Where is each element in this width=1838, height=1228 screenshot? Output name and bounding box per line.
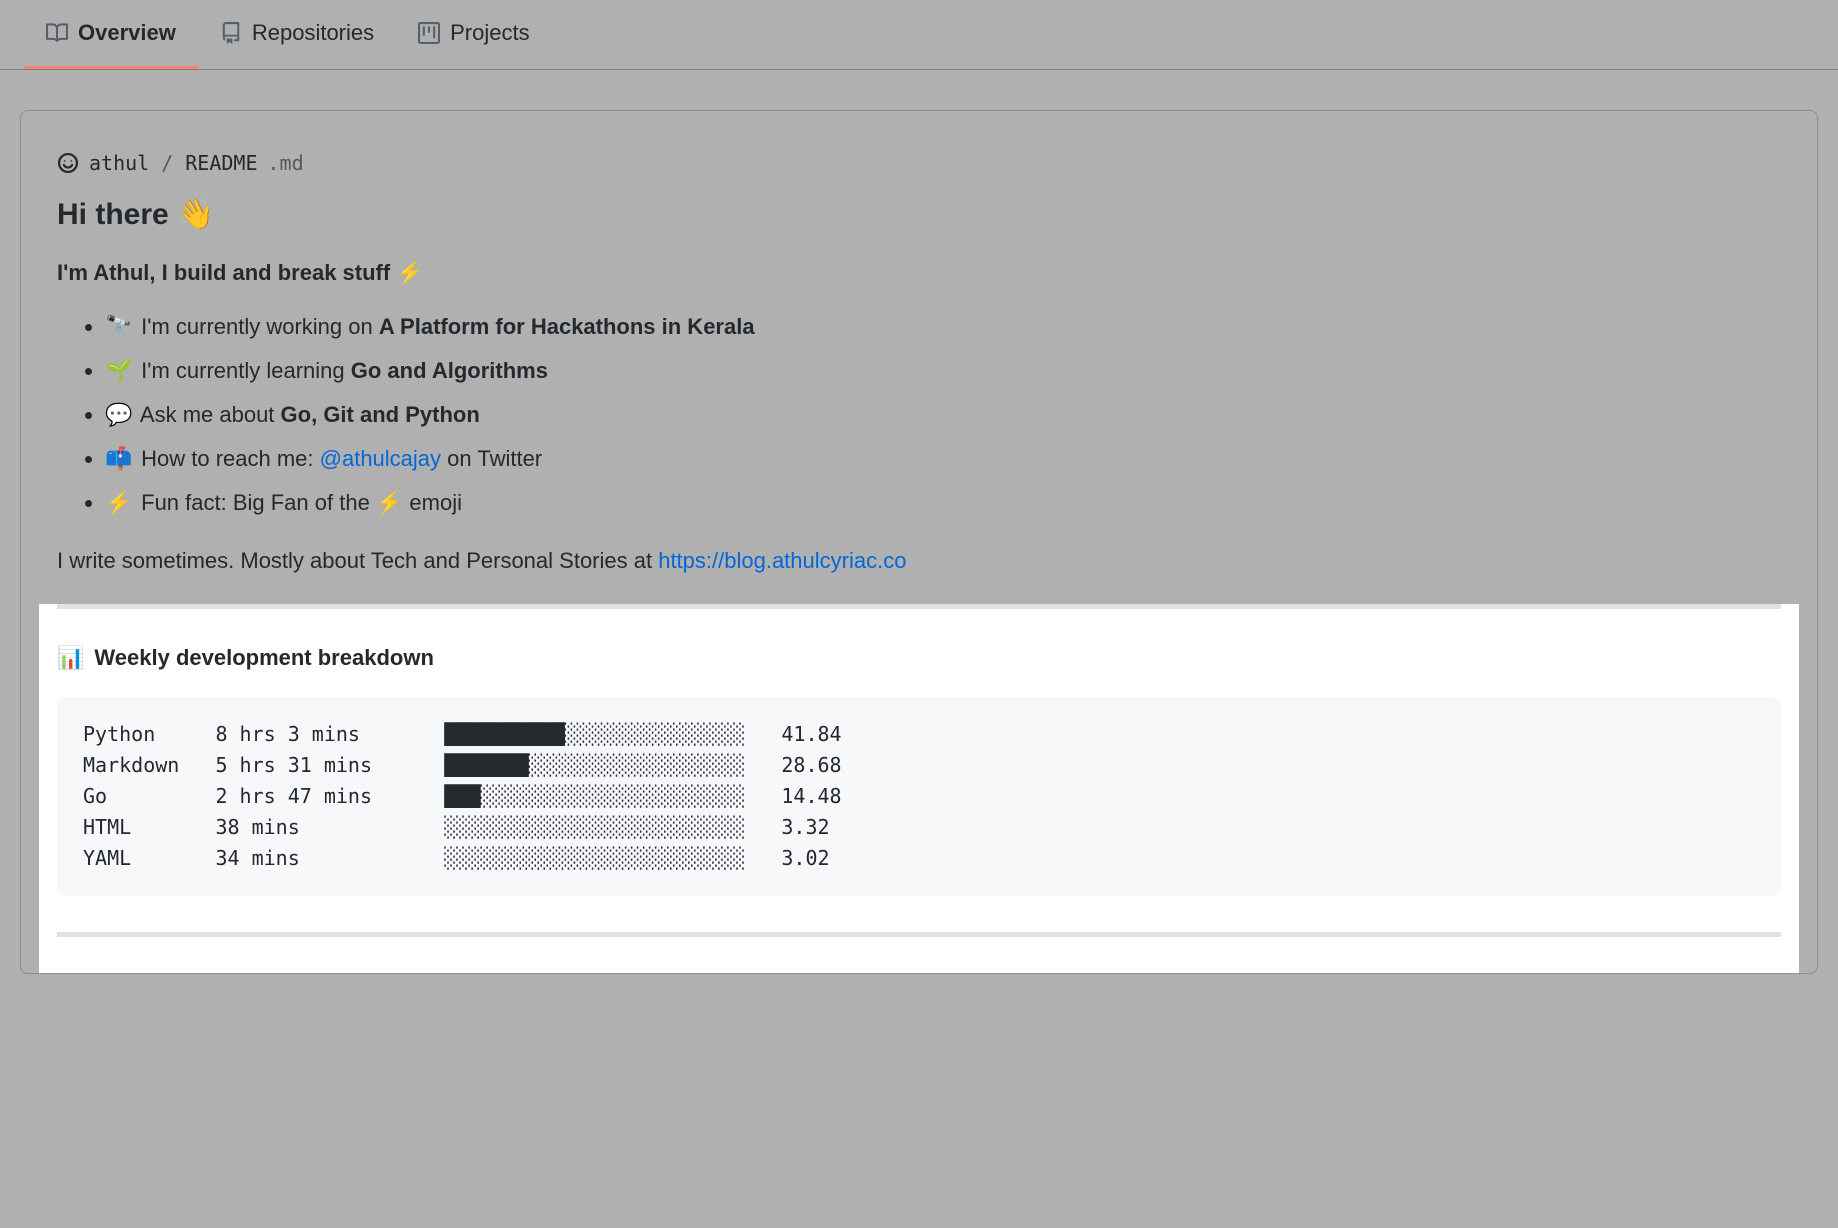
bullet-suffix: on Twitter bbox=[441, 446, 542, 471]
blog-line: I write sometimes. Mostly about Tech and… bbox=[57, 548, 1781, 574]
blog-prefix: I write sometimes. Mostly about Tech and… bbox=[57, 548, 658, 573]
blog-link[interactable]: https://blog.athulcyriac.co bbox=[658, 548, 906, 573]
tab-repositories[interactable]: Repositories bbox=[198, 0, 396, 69]
tab-overview-label: Overview bbox=[78, 20, 176, 46]
bar-chart-icon: 📊 bbox=[57, 645, 84, 671]
bullet-bold: Go, Git and Python bbox=[281, 402, 480, 427]
list-item: 💬 Ask me about Go, Git and Python bbox=[105, 398, 1781, 432]
weekly-title: 📊 Weekly development breakdown bbox=[57, 645, 1781, 671]
project-icon bbox=[418, 22, 440, 44]
path-separator: / bbox=[161, 151, 173, 175]
weekly-breakdown-section: 📊 Weekly development breakdown Python 8 … bbox=[39, 604, 1799, 973]
bullet-prefix: I'm currently learning bbox=[141, 358, 351, 383]
repo-icon bbox=[220, 22, 242, 44]
divider bbox=[57, 604, 1781, 609]
bullet-prefix: Fun fact: Big Fan of the ⚡ emoji bbox=[141, 490, 462, 515]
readme-filename: README bbox=[185, 151, 257, 175]
tab-projects[interactable]: Projects bbox=[396, 0, 551, 69]
zap-icon: ⚡ bbox=[105, 486, 135, 520]
twitter-link[interactable]: @athulcajay bbox=[320, 446, 441, 471]
tab-overview[interactable]: Overview bbox=[24, 0, 198, 69]
bullet-bold: Go and Algorithms bbox=[351, 358, 548, 383]
readme-username: athul bbox=[89, 151, 149, 175]
list-item: ⚡ Fun fact: Big Fan of the ⚡ emoji bbox=[105, 486, 1781, 520]
readme-heading: Hi there 👋 bbox=[57, 197, 1781, 232]
smiley-icon bbox=[57, 152, 79, 174]
readme-bullet-list: 🔭 I'm currently working on A Platform fo… bbox=[57, 310, 1781, 520]
list-item: 📫 How to reach me: @athulcajay on Twitte… bbox=[105, 442, 1781, 476]
bullet-prefix: How to reach me: bbox=[141, 446, 320, 471]
bullet-prefix: Ask me about bbox=[140, 402, 281, 427]
bullet-bold: A Platform for Hackathons in Kerala bbox=[379, 314, 755, 339]
tab-projects-label: Projects bbox=[450, 20, 529, 46]
seedling-icon: 🌱 bbox=[105, 354, 135, 388]
weekly-code-block: Python 8 hrs 3 mins ██████████░░░░░░░░░░… bbox=[57, 697, 1781, 896]
tab-repositories-label: Repositories bbox=[252, 20, 374, 46]
divider bbox=[57, 932, 1781, 937]
weekly-title-text: Weekly development breakdown bbox=[94, 645, 433, 671]
book-icon bbox=[46, 22, 68, 44]
mailbox-icon: 📫 bbox=[105, 442, 135, 476]
readme-path: athul / README .md bbox=[57, 151, 1781, 175]
readme-subheading: I'm Athul, I build and break stuff ⚡ bbox=[57, 260, 1781, 286]
list-item: 🌱 I'm currently learning Go and Algorith… bbox=[105, 354, 1781, 388]
list-item: 🔭 I'm currently working on A Platform fo… bbox=[105, 310, 1781, 344]
profile-tab-nav: Overview Repositories Projects bbox=[0, 0, 1838, 70]
readme-ext: .md bbox=[268, 151, 304, 175]
bullet-prefix: I'm currently working on bbox=[141, 314, 379, 339]
speech-icon: 💬 bbox=[105, 398, 135, 432]
telescope-icon: 🔭 bbox=[105, 310, 135, 344]
readme-box: athul / README .md Hi there 👋 I'm Athul, I … bbox=[20, 110, 1818, 974]
